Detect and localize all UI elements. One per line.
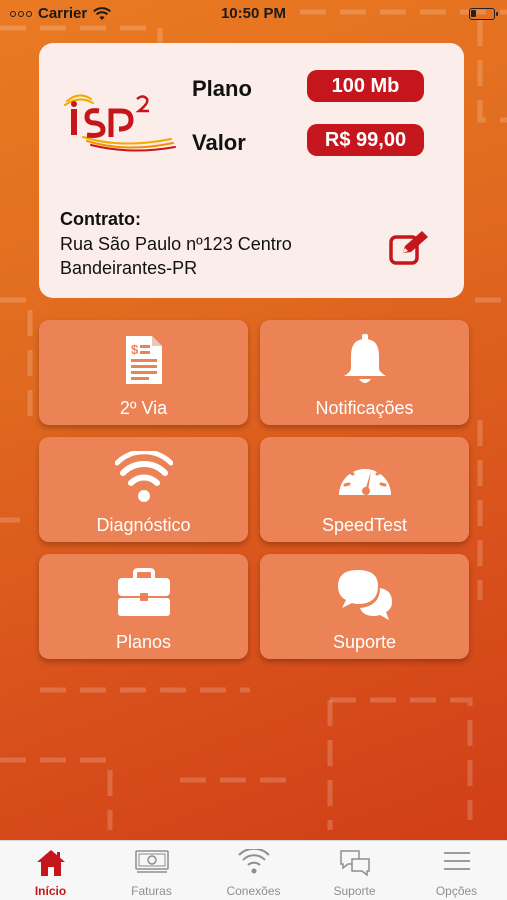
menu-icon (443, 852, 470, 870)
wifi-icon (237, 849, 270, 874)
plan-label: Plano (192, 76, 252, 101)
briefcase-icon (117, 568, 170, 616)
tab-label: Suporte (333, 884, 376, 898)
wifi-icon (114, 451, 173, 502)
status-bar: Carrier 10:50 PM (0, 0, 507, 26)
tile-second-copy[interactable]: $ 2º Via (39, 320, 248, 425)
edit-contract-button[interactable] (389, 229, 431, 265)
tile-speedtest[interactable]: SpeedTest (260, 437, 469, 542)
tile-plans[interactable]: Planos (39, 554, 248, 659)
edit-icon (389, 231, 428, 265)
speedometer-icon (338, 461, 391, 495)
isp-logo (61, 93, 181, 153)
tile-support[interactable]: Suporte (260, 554, 469, 659)
battery-icon (469, 8, 498, 20)
account-summary-card: Plano 100 Mb Valor R$ 99,00 Contrato: Ru… (39, 43, 464, 298)
tile-label: 2º Via (119, 398, 168, 418)
chat-bubbles-icon (339, 850, 370, 877)
tab-label: Conexões (226, 884, 281, 898)
home-icon (36, 850, 65, 876)
tile-label: Suporte (332, 632, 397, 652)
tab-label: Faturas (131, 884, 172, 898)
invoice-document-icon: $ (125, 336, 162, 384)
tile-label: Notificações (315, 398, 414, 418)
price-label: Valor (192, 130, 246, 155)
tile-notifications[interactable]: Notificações (260, 320, 469, 425)
contract-title: Contrato: (60, 209, 141, 229)
tile-label: Diagnóstico (96, 515, 191, 535)
svg-text:$: $ (131, 342, 139, 357)
money-bill-icon (134, 850, 169, 873)
tile-label: SpeedTest (321, 515, 408, 535)
clock: 10:50 PM (220, 5, 287, 22)
tab-label: Início (34, 884, 67, 898)
bottom-tab-bar: Início Faturas Conexões Suporte Opções (0, 840, 507, 900)
chat-bubbles-icon (337, 570, 392, 620)
contract-address-line2: Bandeirantes-PR (60, 258, 198, 278)
plan-badge: 100 Mb (307, 70, 424, 102)
contract-address-line1: Rua São Paulo nº123 Centro (60, 234, 292, 254)
price-badge: R$ 99,00 (307, 124, 424, 156)
tab-support[interactable]: Suporte (304, 841, 405, 900)
tab-connections[interactable]: Conexões (203, 841, 304, 900)
tile-label: Planos (115, 632, 172, 652)
tab-label: Opções (435, 884, 478, 898)
bell-icon (343, 334, 386, 383)
tab-invoices[interactable]: Faturas (101, 841, 202, 900)
tab-options[interactable]: Opções (406, 841, 507, 900)
tab-home[interactable]: Início (0, 841, 101, 900)
tile-diagnostic[interactable]: Diagnóstico (39, 437, 248, 542)
